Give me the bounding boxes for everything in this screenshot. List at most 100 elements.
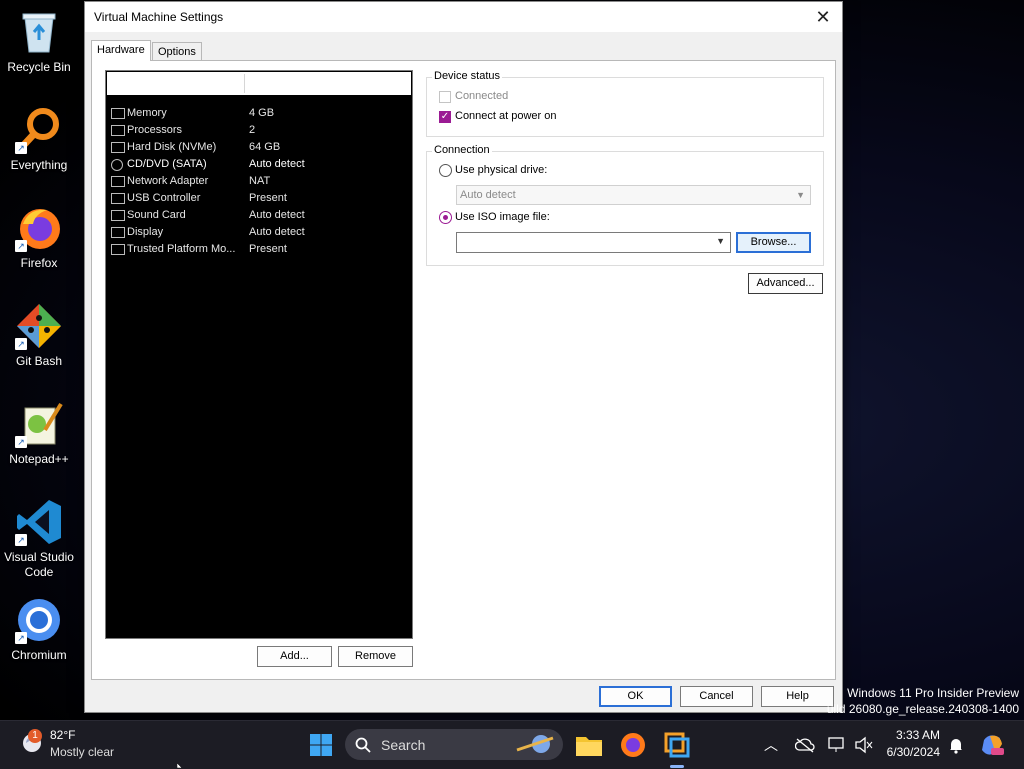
processor-icon	[111, 125, 125, 136]
start-button[interactable]	[305, 729, 337, 761]
chevron-down-icon[interactable]: ▼	[716, 236, 725, 246]
browse-button[interactable]: Browse...	[736, 232, 811, 253]
device-row-sound-card[interactable]: Sound Card Auto detect	[106, 207, 412, 224]
device-row-usb-controller[interactable]: USB Controller Present	[106, 190, 412, 207]
device-name: Processors	[127, 124, 183, 136]
device-summary: 2	[249, 124, 256, 136]
chevron-down-icon: ▼	[796, 190, 805, 200]
iso-path-combobox[interactable]: ▼	[456, 232, 731, 253]
use-physical-drive-radio[interactable]	[439, 164, 452, 177]
desktop-icon-label: Notepad++	[9, 452, 69, 466]
device-name: USB Controller	[127, 192, 201, 204]
device-row-hard-disk[interactable]: Hard Disk (NVMe) 64 GB	[106, 139, 412, 156]
tpm-chip-icon	[111, 244, 125, 255]
clock-date[interactable]: 6/30/2024	[876, 745, 940, 759]
file-explorer-icon[interactable]	[573, 729, 605, 761]
shortcut-arrow-icon: ↗	[15, 142, 27, 154]
column-divider[interactable]	[244, 74, 245, 93]
device-row-tpm[interactable]: Trusted Platform Mo... Present	[106, 241, 412, 258]
device-row-network-adapter[interactable]: Network Adapter NAT	[106, 173, 412, 190]
speaker-icon	[111, 210, 125, 221]
dialog-titlebar[interactable]: Virtual Machine Settings ✕	[85, 2, 842, 32]
use-iso-image-radio[interactable]	[439, 211, 452, 224]
device-summary: Auto detect	[249, 209, 305, 221]
vmware-taskbar-icon[interactable]	[661, 729, 693, 768]
use-iso-image-label: Use ISO image file:	[455, 211, 550, 223]
device-name: CD/DVD (SATA)	[127, 158, 207, 170]
device-row-display[interactable]: Display Auto detect	[106, 224, 412, 241]
device-list[interactable]: Memory 4 GB Processors 2 Hard Disk (NVMe…	[105, 70, 413, 639]
ok-button[interactable]: OK	[599, 686, 672, 707]
firefox-taskbar-icon[interactable]	[617, 729, 649, 761]
device-summary: 64 GB	[249, 141, 281, 153]
everything-icon: ↗	[15, 106, 63, 154]
shortcut-arrow-icon: ↗	[15, 436, 27, 448]
copilot-icon[interactable]	[980, 732, 1006, 758]
connect-at-power-on-label: Connect at power on	[455, 110, 557, 122]
weather-temperature[interactable]: 82°F	[50, 728, 75, 742]
git-bash-icon: ↗	[15, 302, 63, 350]
mouse-cursor-icon	[177, 763, 183, 768]
device-name: Sound Card	[127, 209, 186, 221]
remove-button[interactable]: Remove	[338, 646, 413, 667]
volume-icon[interactable]	[854, 736, 874, 754]
close-icon[interactable]: ✕	[812, 6, 834, 28]
device-row-cd-dvd[interactable]: CD/DVD (SATA) Auto detect	[106, 156, 412, 173]
firefox-icon: ↗	[15, 204, 63, 252]
desktop-icon-git-bash[interactable]: ↗ Git Bash	[4, 302, 74, 369]
desktop-icon-everything[interactable]: ↗ Everything	[4, 106, 74, 173]
device-row-memory[interactable]: Memory 4 GB	[106, 105, 412, 122]
desktop-icon-label: Visual Studio Code	[4, 550, 74, 579]
notification-bell-icon[interactable]	[948, 736, 964, 754]
recycle-bin-icon	[15, 8, 63, 56]
notepad-plus-plus-icon: ↗	[15, 400, 63, 448]
desktop-icon-label: Chromium	[11, 648, 67, 662]
taskbar-search[interactable]: Search	[345, 729, 563, 760]
cancel-button[interactable]: Cancel	[680, 686, 753, 707]
search-label: Search	[381, 737, 426, 753]
use-physical-drive-label: Use physical drive:	[455, 164, 548, 176]
shortcut-arrow-icon: ↗	[15, 632, 27, 644]
connected-checkbox[interactable]	[439, 91, 451, 103]
advanced-button[interactable]: Advanced...	[748, 273, 823, 294]
device-summary: Auto detect	[249, 158, 305, 170]
network-icon[interactable]	[827, 736, 847, 754]
device-list-header[interactable]	[107, 72, 411, 95]
search-icon	[355, 737, 371, 753]
device-name: Network Adapter	[127, 175, 209, 187]
windows-logo-icon	[310, 734, 332, 756]
hard-disk-icon	[111, 142, 125, 153]
desktop-icon-vscode[interactable]: ↗ Visual Studio Code	[4, 498, 74, 580]
desktop-icon-recycle-bin[interactable]: Recycle Bin	[4, 8, 74, 75]
desktop-icon-label: Firefox	[20, 256, 58, 270]
physical-drive-select[interactable]: Auto detect ▼	[456, 185, 811, 205]
chevron-up-icon[interactable]: ︿	[764, 735, 778, 755]
shortcut-arrow-icon: ↗	[15, 240, 27, 252]
desktop-icon-chromium[interactable]: ↗ Chromium	[4, 596, 74, 663]
onedrive-icon[interactable]	[795, 737, 815, 753]
windows-watermark-line2: uild 26080.ge_release.240308-1400	[826, 702, 1019, 716]
dialog-title: Virtual Machine Settings	[94, 10, 224, 24]
device-summary: 4 GB	[249, 107, 275, 119]
desktop-icon-firefox[interactable]: ↗ Firefox	[4, 204, 74, 271]
device-name: Display	[127, 226, 164, 238]
device-summary: Present	[249, 243, 287, 255]
tab-hardware[interactable]: Hardware	[91, 40, 151, 61]
connect-at-power-on-checkbox[interactable]: ✓	[439, 111, 451, 123]
desktop-icon-label: Git Bash	[15, 354, 63, 368]
tab-options[interactable]: Options	[152, 42, 202, 61]
clock-time[interactable]: 3:33 AM	[884, 728, 940, 742]
device-row-processors[interactable]: Processors 2	[106, 122, 412, 139]
add-button[interactable]: Add...	[257, 646, 332, 667]
shortcut-arrow-icon: ↗	[15, 338, 27, 350]
weather-badge: 1	[28, 729, 42, 743]
shortcut-arrow-icon: ↗	[15, 534, 27, 546]
desktop-icon-label: Everything	[10, 158, 68, 172]
weather-description[interactable]: Mostly clear	[50, 745, 114, 759]
weather-widget-icon[interactable]: 1	[16, 729, 46, 759]
help-button[interactable]: Help	[761, 686, 834, 707]
desktop-icon-notepad-plus-plus[interactable]: ↗ Notepad++	[4, 400, 74, 467]
hardware-panel: Memory 4 GB Processors 2 Hard Disk (NVMe…	[91, 60, 836, 680]
display-icon	[111, 227, 125, 238]
cd-dvd-icon	[111, 159, 123, 171]
